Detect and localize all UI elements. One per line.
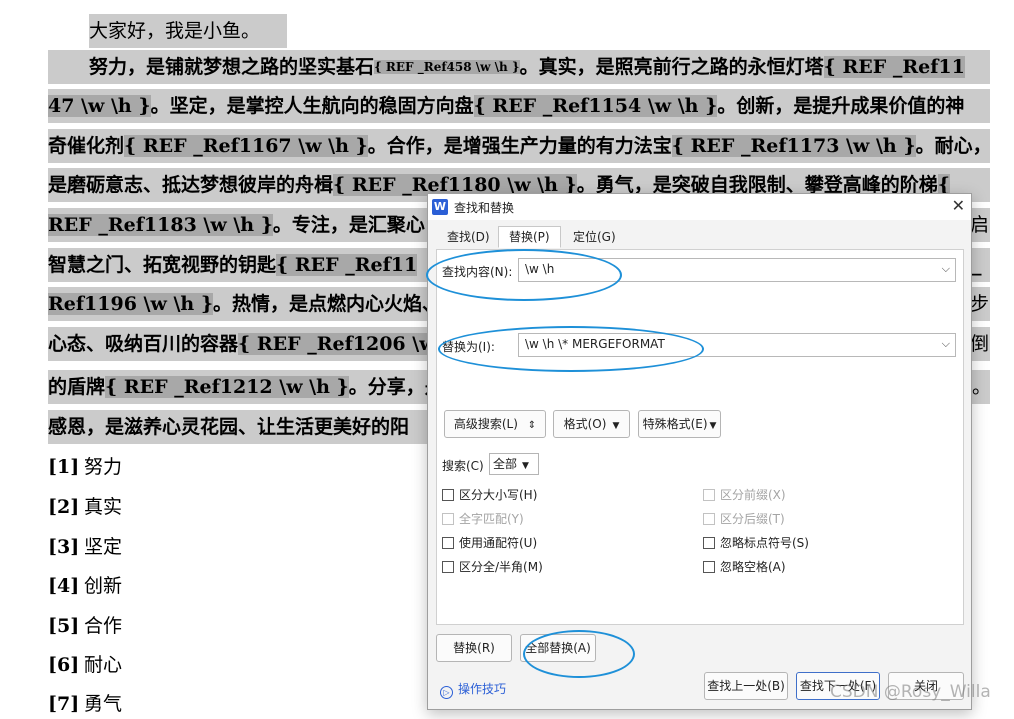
format-button[interactable]: 格式(O) ▼: [553, 410, 630, 438]
bibliography-item: [1] 努力: [48, 456, 123, 478]
ref-field: { REF _Ref11: [276, 254, 418, 276]
option-ignore-punctuation[interactable]: 忽略标点符号(S): [703, 534, 809, 551]
wps-writer-icon: W: [432, 199, 448, 215]
checkbox[interactable]: [442, 537, 454, 549]
dialog-title: 查找和替换: [454, 201, 515, 215]
replace-button[interactable]: 替换(R): [436, 634, 512, 662]
replace-all-button[interactable]: 全部替换(A): [520, 634, 596, 662]
advanced-search-button[interactable]: 高级搜索(L) ⇕: [444, 410, 546, 438]
search-direction-label: 搜索(C): [442, 459, 484, 473]
option-match-suffix: 区分后缀(T): [703, 510, 785, 527]
line-text: 。专注，是汇聚心: [272, 214, 425, 236]
dialog-titlebar[interactable]: W 查找和替换 ✕: [428, 194, 971, 220]
checkbox: [703, 489, 715, 501]
doc-line-1: 努力，是铺就梦想之路的坚实基石{ REF _Ref458 \w \h }。真实，…: [48, 50, 990, 84]
chevron-down-icon[interactable]: ⌵: [942, 337, 950, 351]
ref-field: { REF _Ref1212 \w \h }: [105, 376, 349, 398]
ref-field: { REF _Ref458 \w \h }: [374, 60, 520, 74]
doc-line-3: 奇催化剂{ REF _Ref1167 \w \h }。合作，是增强生产力量的有力…: [48, 129, 990, 163]
edge-char: 步: [970, 293, 990, 315]
line-text: 是磨砺意志、抵达梦想彼岸的舟楫: [48, 174, 334, 196]
option-match-prefix: 区分前缀(X): [703, 486, 786, 503]
search-direction-select[interactable]: 全部 ▼: [489, 453, 539, 475]
checkbox[interactable]: [442, 489, 454, 501]
bibliography-item: [2] 真实: [48, 496, 123, 518]
line-text: 感恩，是滋养心灵花园、让生活更美好的阳: [48, 416, 410, 438]
checkbox[interactable]: [442, 561, 454, 573]
edge-char: 。: [972, 376, 990, 398]
bibliography-item: [6] 耐心: [48, 654, 123, 676]
line-text: 。合作，是增强生产力量的有力法宝: [367, 135, 672, 157]
option-whole-word: 全字匹配(Y): [442, 510, 524, 527]
tab-goto[interactable]: 定位(G): [562, 226, 627, 248]
line-text: 。耐心，: [915, 135, 990, 157]
ref-field: { REF _Ref1206 \w: [238, 333, 436, 355]
play-icon: ▷: [440, 686, 453, 699]
replace-input-value: \w \h \* MERGEFORMAT: [525, 337, 665, 351]
bibliography-item: [3] 坚定: [48, 536, 123, 558]
checkbox[interactable]: [703, 561, 715, 573]
greeting-text: 大家好，我是小鱼。: [89, 20, 261, 42]
dropdown-arrow-icon: ▼: [522, 461, 529, 471]
ref-field: 47 \w \h }: [48, 95, 151, 117]
line-text: 心态、吸纳百川的容器: [48, 333, 239, 355]
greeting-line: 大家好，我是小鱼。: [89, 14, 287, 48]
line-text: 奇催化剂: [48, 135, 125, 157]
close-icon[interactable]: ✕: [952, 196, 965, 215]
line-text: 的盾牌: [48, 376, 106, 398]
find-previous-button[interactable]: 查找上一处(B): [704, 672, 788, 700]
line-text: 。热情，是点燃内心火焰、: [213, 293, 442, 315]
checkbox: [703, 513, 715, 525]
option-ignore-spaces[interactable]: 忽略空格(A): [703, 558, 786, 575]
ref-field: { REF _Ref1173 \w \h }: [671, 135, 916, 157]
option-full-half-width[interactable]: 区分全/半角(M): [442, 558, 543, 575]
bibliography-item: [5] 合作: [48, 615, 123, 637]
find-replace-dialog: W 查找和替换 ✕ 查找(D) 替换(P) 定位(G) 查找内容(N): \w …: [427, 193, 972, 710]
tab-replace[interactable]: 替换(P): [498, 226, 561, 248]
special-format-button[interactable]: 特殊格式(E) ▼: [638, 410, 721, 438]
tips-link[interactable]: ▷ 操作技巧: [440, 680, 506, 699]
option-wildcards[interactable]: 使用通配符(U): [442, 534, 537, 551]
doc-line-2: 47 \w \h }。坚定，是掌控人生航向的稳固方向盘{ REF _Ref115…: [48, 89, 990, 123]
line-text: 。真实，是照亮前行之路的永恒灯塔: [519, 56, 824, 78]
tab-find[interactable]: 查找(D): [436, 226, 501, 248]
bibliography-item: [7] 勇气: [48, 693, 123, 715]
checkbox: [442, 513, 454, 525]
line-text: 。创新，是提升成果价值的神: [717, 95, 965, 117]
find-label: 查找内容(N):: [442, 265, 513, 279]
find-input-value: \w \h: [525, 262, 555, 276]
chevron-down-icon[interactable]: ⌵: [942, 262, 950, 276]
replace-input[interactable]: \w \h \* MERGEFORMAT ⌵: [518, 333, 956, 357]
ref-field: { REF _Ref1167 \w \h }: [124, 135, 368, 157]
find-input[interactable]: \w \h ⌵: [518, 258, 956, 282]
watermark: CSDN @Rosy_Willa: [830, 682, 991, 702]
dropdown-arrow-icon: ▼: [612, 421, 620, 431]
expand-collapse-icon: ⇕: [527, 420, 537, 431]
line-text: 智慧之门、拓宽视野的钥匙: [48, 254, 277, 276]
bibliography-item: [4] 创新: [48, 575, 123, 597]
line-text: 努力，是铺就梦想之路的坚实基石: [89, 56, 375, 78]
ref-field: REF _Ref1183 \w \h }: [48, 214, 273, 236]
option-match-case[interactable]: 区分大小写(H): [442, 486, 537, 503]
doc-line-10: 感恩，是滋养心灵花园、让生活更美好的阳: [48, 410, 428, 444]
edge-char: _: [972, 248, 990, 282]
ref-field: Ref1196 \w \h }: [48, 293, 214, 315]
replace-label: 替换为(I):: [442, 340, 495, 354]
ref-field: { REF _Ref11: [823, 56, 965, 78]
checkbox[interactable]: [703, 537, 715, 549]
ref-field: { REF _Ref1154 \w \h }: [473, 95, 718, 117]
line-text: 。坚定，是掌控人生航向的稳固方向盘: [150, 95, 474, 117]
dropdown-arrow-icon: ▼: [709, 421, 717, 431]
edge-char: 倒: [970, 333, 990, 355]
edge-char: 启: [970, 214, 990, 236]
